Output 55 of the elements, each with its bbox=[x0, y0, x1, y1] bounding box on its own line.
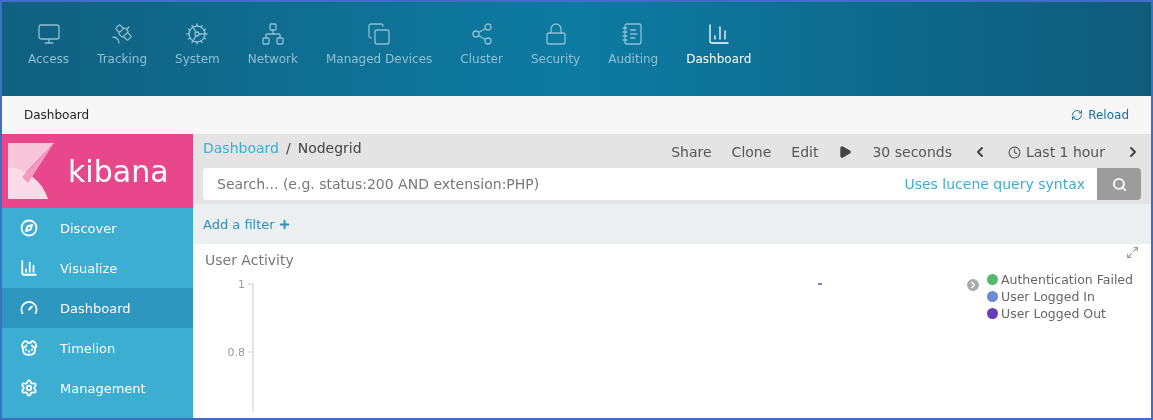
legend-item[interactable]: Authentication Failed bbox=[987, 272, 1133, 287]
monitor-icon bbox=[36, 22, 61, 46]
add-filter-link[interactable]: Add a filter bbox=[203, 216, 291, 232]
clock-icon bbox=[1007, 145, 1021, 159]
reload-link[interactable]: Reload bbox=[1071, 108, 1129, 122]
legend-toggle-icon[interactable] bbox=[965, 277, 981, 293]
settings-icon bbox=[20, 379, 38, 397]
lucene-syntax-link[interactable]: Uses lucene query syntax bbox=[904, 176, 1085, 192]
bar-chart-icon bbox=[706, 22, 731, 46]
time-range-picker[interactable]: Last 1 hour bbox=[1007, 144, 1105, 160]
gauge-icon bbox=[20, 299, 38, 317]
breadcrumb-item[interactable]: Dashboard bbox=[203, 140, 279, 156]
search-icon bbox=[1111, 176, 1127, 192]
y-tick-label: 1 bbox=[238, 278, 245, 291]
windows-icon bbox=[367, 22, 392, 46]
top-nav-tab[interactable]: Managed Devices bbox=[311, 22, 447, 96]
sidebar-item[interactable]: Visualize bbox=[2, 248, 193, 288]
gear-icon bbox=[185, 22, 210, 46]
edit-link[interactable]: Edit bbox=[791, 144, 819, 160]
breadcrumb-item[interactable]: Nodegrid bbox=[297, 140, 362, 156]
lock-icon bbox=[543, 22, 568, 46]
search-button[interactable] bbox=[1097, 168, 1141, 200]
logo-text: kibana bbox=[68, 153, 169, 189]
legend-item[interactable]: User Logged In bbox=[987, 289, 1133, 304]
top-nav-tab[interactable]: Network bbox=[233, 22, 312, 96]
top-nav-tab[interactable]: Dashboard bbox=[672, 22, 766, 96]
top-nav-tab[interactable]: Cluster bbox=[446, 22, 517, 96]
network-icon bbox=[260, 22, 285, 46]
refresh-interval[interactable]: 30 seconds bbox=[872, 144, 952, 160]
bar-chart-icon bbox=[20, 259, 38, 277]
clone-link[interactable]: Clone bbox=[731, 144, 772, 160]
play-icon[interactable] bbox=[838, 145, 853, 159]
sidebar-item[interactable]: Discover bbox=[2, 208, 193, 248]
share-link[interactable]: Share bbox=[671, 144, 712, 160]
nodes-icon bbox=[469, 22, 494, 46]
compass-icon bbox=[20, 219, 38, 237]
top-nav-tab[interactable]: Tracking bbox=[83, 22, 162, 96]
legend-item[interactable]: User Logged Out bbox=[987, 306, 1133, 321]
breadcrumb-separator: / bbox=[285, 140, 291, 156]
top-nav-tab[interactable]: System bbox=[161, 22, 234, 96]
expand-icon[interactable] bbox=[1126, 246, 1139, 259]
plus-icon bbox=[277, 217, 291, 231]
search-field[interactable]: Search... (e.g. status:200 AND extension:PHP) Uses lucene query syntax bbox=[203, 168, 1097, 200]
sidebar-item[interactable]: Management bbox=[2, 368, 193, 408]
top-nav-tab[interactable]: Security bbox=[516, 22, 595, 96]
top-nav-tab[interactable]: Auditing bbox=[594, 22, 673, 96]
page-title: Dashboard bbox=[24, 108, 90, 122]
panel-title: User Activity bbox=[205, 252, 294, 268]
reload-icon bbox=[1071, 109, 1084, 121]
animal-face-icon bbox=[20, 339, 38, 357]
kibana-logo-icon bbox=[8, 143, 54, 199]
top-nav-tab[interactable]: Access bbox=[14, 22, 84, 96]
sidebar-item[interactable]: Timelion bbox=[2, 328, 193, 368]
sidebar-item[interactable]: Dashboard bbox=[2, 288, 193, 328]
y-tick-label: 0.8 bbox=[227, 346, 245, 359]
